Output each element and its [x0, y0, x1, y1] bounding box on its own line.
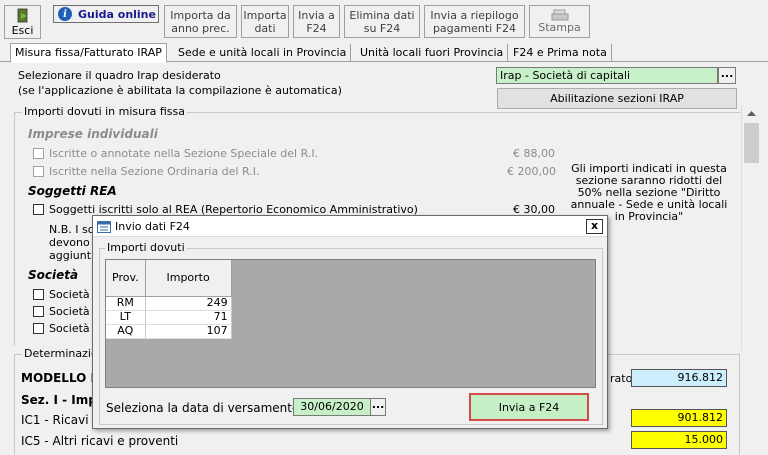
col-header-importo[interactable]: Importo: [145, 260, 232, 297]
rea-title: Soggetti REA: [28, 184, 117, 198]
importa-dati-button[interactable]: Importa dati: [241, 5, 289, 38]
importa-anno-prec-button[interactable]: Importa da anno prec.: [164, 5, 237, 38]
scroll-up-icon: [747, 111, 756, 116]
scrollbar-thumb[interactable]: [744, 123, 759, 163]
guida-label: Guida online: [78, 7, 156, 21]
invia-f24-button[interactable]: Invia a F24: [469, 393, 589, 421]
cell-prov: LT: [106, 310, 146, 325]
cell-importo: 71: [145, 310, 232, 325]
modello-title: MODELLO II: [21, 371, 100, 385]
importi-table: Prov. Importo RM 249 LT 71 AQ 107: [106, 260, 232, 339]
riduzione-note: Gli importi indicati in questa sezione s…: [570, 162, 728, 223]
info-icon: i: [58, 7, 72, 21]
tab-label: F24 e Prima nota: [513, 46, 607, 59]
vertical-scrollbar[interactable]: [741, 105, 760, 350]
elimina-dati-label: Elimina dati su F24: [349, 8, 415, 35]
iscritte-ordinaria-label: Iscritte nella Sezione Ordinaria del R.I…: [49, 165, 260, 178]
quadro-irap-select[interactable]: Irap - Società di capitali: [496, 67, 718, 84]
abilitazione-sezioni-button[interactable]: Abilitazione sezioni IRAP: [497, 88, 737, 109]
societa-title: Società: [28, 268, 79, 282]
dialog-titlebar[interactable]: Invio dati F24 x: [93, 216, 607, 237]
cell-importo: 107: [145, 324, 232, 339]
printer-icon: [551, 9, 568, 21]
societa-label-3: Società: [49, 322, 90, 335]
select-quadro-hint: (se l'applicazione è abilitata la compil…: [18, 84, 342, 97]
tab-misura-fissa[interactable]: Misura fissa/Fatturato IRAP: [10, 43, 167, 63]
guida-online-button[interactable]: i Guida online: [53, 5, 159, 23]
invia-riepilogo-label: Invia a riepilogo pagamenti F24: [430, 8, 519, 35]
cell-prov: AQ: [106, 324, 146, 339]
stampa-button[interactable]: Stampa: [529, 5, 590, 38]
invio-dati-f24-dialog: Invio dati F24 x Importi dovuti Prov. Im…: [92, 215, 608, 429]
invia-f24-toolbar-label: Invia a F24: [298, 8, 335, 35]
cell-importo: 249: [145, 296, 232, 311]
tab-label: Unità locali fuori Provincia: [360, 46, 504, 59]
ic1-value[interactable]: 901.812: [631, 409, 727, 427]
tab-sede-unita-locali[interactable]: Sede e unità locali in Provincia: [174, 44, 352, 62]
tab-label: Misura fissa/Fatturato IRAP: [15, 46, 162, 59]
ic5-label: IC5 - Altri ricavi e proventi: [21, 434, 179, 448]
importi-dovuti-title: Importi dovuti: [105, 241, 187, 254]
determinazione-title: Determinazio: [22, 347, 100, 360]
table-row[interactable]: AQ 107: [106, 324, 232, 339]
invia-f24-toolbar-button[interactable]: Invia a F24: [293, 5, 340, 38]
societa-label-1: Società: [49, 288, 90, 301]
select-quadro-label: Selezionare il quadro Irap desiderato: [18, 69, 221, 82]
esci-label: Esci: [11, 24, 34, 37]
importi-grid: Prov. Importo RM 249 LT 71 AQ 107: [105, 259, 596, 388]
ic1-label: IC1 - Ricavi d: [21, 413, 101, 427]
societa-checkbox-2[interactable]: [33, 306, 44, 317]
iscritte-speciale-label: Iscritte o annotate nella Sezione Specia…: [49, 147, 319, 160]
cell-prov: RM: [106, 296, 146, 311]
data-versamento-label: Seleziona la data di versamento: [106, 401, 300, 415]
imprese-title: Imprese individuali: [28, 127, 158, 141]
tab-f24-prima-nota[interactable]: F24 e Prima nota: [509, 44, 612, 62]
section-title: Importi dovuti in misura fissa: [22, 105, 188, 118]
nb-line-2: devono: [49, 236, 90, 249]
toolbar: Esci i Guida online Importa da anno prec…: [0, 0, 768, 41]
importa-anno-prec-label: Importa da anno prec.: [170, 8, 231, 35]
totale-value: 916.812: [631, 369, 727, 387]
date-picker-button[interactable]: ...: [370, 398, 386, 416]
quadro-irap-dropdown-button[interactable]: ...: [718, 67, 736, 84]
table-row[interactable]: RM 249: [106, 296, 232, 311]
data-versamento-field[interactable]: 30/06/2020: [293, 398, 371, 416]
abilitazione-label: Abilitazione sezioni IRAP: [550, 92, 684, 105]
tab-label: Sede e unità locali in Provincia: [178, 46, 347, 59]
iscritte-ordinaria-amount: € 200,00: [507, 165, 556, 178]
elimina-dati-button[interactable]: Elimina dati su F24: [344, 5, 420, 38]
tab-unita-locali-fuori[interactable]: Unità locali fuori Provincia: [356, 44, 509, 62]
nb-line-1: N.B. I so: [49, 223, 95, 236]
exit-icon: [17, 8, 28, 23]
iscritte-speciale-amount: € 88,00: [513, 147, 555, 160]
ic5-value[interactable]: 15.000: [631, 431, 727, 449]
esci-button[interactable]: Esci: [4, 5, 41, 39]
window-icon: [97, 221, 111, 233]
tab-bar: Misura fissa/Fatturato IRAP Sede e unità…: [0, 42, 768, 63]
invia-riepilogo-button[interactable]: Invia a riepilogo pagamenti F24: [424, 5, 525, 38]
dialog-title: Invio dati F24: [115, 220, 190, 233]
iscritte-ordinaria-checkbox[interactable]: [33, 166, 44, 177]
societa-checkbox-3[interactable]: [33, 323, 44, 334]
col-header-prov[interactable]: Prov.: [106, 260, 146, 297]
iscritte-speciale-checkbox[interactable]: [33, 148, 44, 159]
importa-dati-label: Importa dati: [243, 8, 287, 35]
dialog-close-button[interactable]: x: [586, 219, 603, 234]
ato-label: rato: [610, 372, 633, 385]
nb-line-3: aggiunt: [49, 249, 92, 262]
invia-f24-label: Invia a F24: [498, 400, 560, 414]
stampa-label: Stampa: [538, 21, 581, 34]
rea-checkbox[interactable]: [33, 204, 44, 215]
close-icon: x: [590, 219, 599, 232]
societa-label-2: Società: [49, 305, 90, 318]
table-row[interactable]: LT 71: [106, 310, 232, 325]
societa-checkbox-1[interactable]: [33, 289, 44, 300]
